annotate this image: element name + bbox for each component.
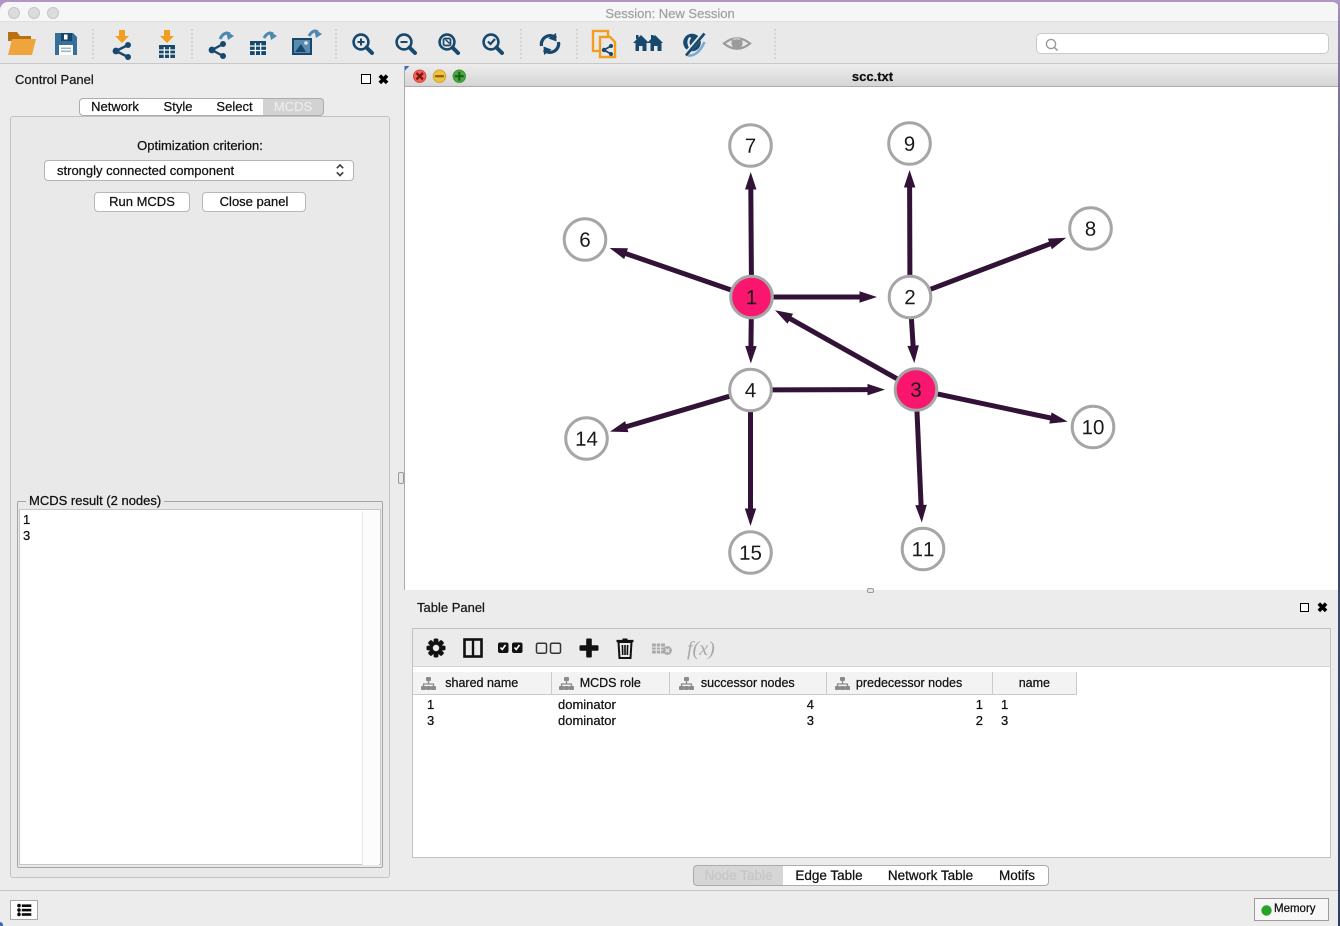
svg-text:f(x): f(x) xyxy=(687,638,715,660)
